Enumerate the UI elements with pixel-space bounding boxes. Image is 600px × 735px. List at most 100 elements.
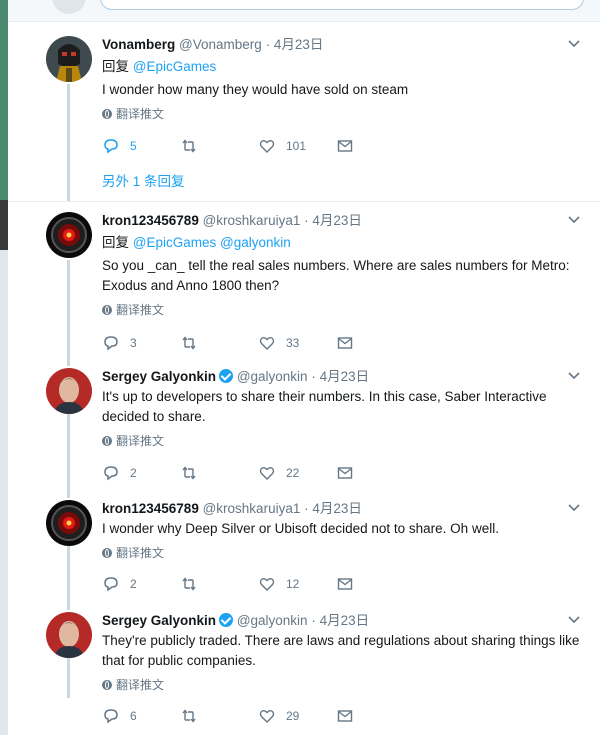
tweet-text: It's up to developers to share their num… bbox=[102, 389, 547, 424]
tweet-actions: 5 101 bbox=[102, 136, 402, 156]
reply-prefix: 回复 bbox=[102, 59, 129, 74]
hal-eye-avatar[interactable] bbox=[46, 500, 92, 546]
thread-line bbox=[67, 414, 70, 498]
tweet-text: I wonder how many they would have sold o… bbox=[102, 82, 409, 97]
tweet-date[interactable]: 4月23日 bbox=[312, 501, 362, 516]
helmet-avatar[interactable] bbox=[46, 36, 92, 82]
portrait-avatar[interactable] bbox=[46, 612, 92, 658]
direct-message-button[interactable] bbox=[336, 333, 364, 353]
envelope-icon bbox=[337, 710, 353, 722]
translate-link[interactable]: 翻译推文 bbox=[102, 433, 580, 449]
verified-badge-icon bbox=[219, 369, 234, 383]
user-name[interactable]: kron123456789 bbox=[102, 213, 199, 228]
user-handle[interactable]: @kroshkaruiya1 bbox=[203, 213, 301, 228]
user-handle[interactable]: @galyonkin bbox=[237, 369, 308, 384]
chevron-down-icon[interactable] bbox=[568, 369, 580, 381]
tweet-actions: 3 33 bbox=[102, 333, 402, 353]
reply-button[interactable]: 2 bbox=[102, 574, 137, 594]
globe-icon bbox=[102, 305, 112, 315]
verified-badge-icon bbox=[219, 613, 234, 627]
user-handle[interactable]: @kroshkaruiya1 bbox=[203, 501, 301, 516]
translate-link[interactable]: 翻译推文 bbox=[102, 545, 580, 561]
separator-dot: · bbox=[311, 369, 316, 384]
reply-button[interactable]: 6 bbox=[102, 706, 137, 726]
chevron-down-icon[interactable] bbox=[568, 501, 580, 513]
retweet-icon bbox=[182, 466, 196, 480]
user-name[interactable]: Sergey Galyonkin bbox=[102, 613, 216, 628]
envelope-icon bbox=[337, 337, 353, 349]
reply-count: 2 bbox=[130, 466, 137, 480]
reply-count: 5 bbox=[130, 139, 137, 153]
like-button[interactable]: 22 bbox=[258, 463, 299, 483]
reply-to-line: 回复 @EpicGames bbox=[102, 57, 580, 77]
reply-count: 3 bbox=[130, 336, 137, 350]
globe-icon bbox=[102, 109, 112, 119]
direct-message-button[interactable] bbox=[336, 574, 364, 594]
reply-count: 6 bbox=[130, 709, 137, 723]
like-button[interactable]: 29 bbox=[258, 706, 299, 726]
reply-to-line: 回复 @EpicGames @galyonkin bbox=[102, 233, 580, 253]
hal-eye-avatar[interactable] bbox=[46, 212, 92, 258]
tweet-date[interactable]: 4月23日 bbox=[320, 613, 370, 628]
retweet-button[interactable] bbox=[180, 574, 208, 594]
tweet-header: Vonamberg @Vonamberg · 4月23日 bbox=[102, 36, 580, 54]
like-count: 12 bbox=[286, 577, 300, 591]
tweet-header: Sergey Galyonkin @galyonkin · 4月23日 bbox=[102, 368, 580, 386]
reply-input[interactable] bbox=[100, 0, 584, 10]
retweet-button[interactable] bbox=[180, 333, 208, 353]
like-button[interactable]: 33 bbox=[258, 333, 299, 353]
retweet-icon bbox=[182, 709, 196, 723]
mention-link[interactable]: @EpicGames bbox=[133, 59, 216, 74]
direct-message-button[interactable] bbox=[336, 463, 364, 483]
heart-icon bbox=[259, 578, 275, 591]
retweet-button[interactable] bbox=[180, 706, 208, 726]
chevron-down-icon[interactable] bbox=[568, 37, 580, 49]
tweet-header: kron123456789 @kroshkaruiya1 · 4月23日 bbox=[102, 212, 580, 230]
user-handle[interactable]: @Vonamberg bbox=[179, 37, 262, 52]
translate-link[interactable]: 翻译推文 bbox=[102, 677, 580, 693]
reply-count: 2 bbox=[130, 577, 137, 591]
envelope-icon bbox=[337, 578, 353, 590]
chevron-down-icon[interactable] bbox=[568, 613, 580, 625]
direct-message-button[interactable] bbox=[336, 136, 364, 156]
tweet-text: I wonder why Deep Silver or Ubisoft deci… bbox=[102, 521, 499, 536]
reply-button[interactable]: 5 bbox=[102, 136, 137, 156]
thread-line bbox=[67, 658, 70, 698]
user-name[interactable]: Vonamberg bbox=[102, 37, 175, 52]
show-more-replies[interactable]: 另外 1 条回复 bbox=[8, 162, 600, 200]
reply-button[interactable]: 3 bbox=[102, 333, 137, 353]
tweet-date[interactable]: 4月23日 bbox=[274, 37, 324, 52]
reply-icon bbox=[104, 466, 118, 481]
separator-dot: · bbox=[311, 613, 316, 628]
translate-link[interactable]: 翻译推文 bbox=[102, 302, 580, 318]
mention-link[interactable]: @EpicGames @galyonkin bbox=[133, 235, 291, 250]
direct-message-button[interactable] bbox=[336, 706, 364, 726]
translate-label: 翻译推文 bbox=[116, 434, 165, 448]
translate-label: 翻译推文 bbox=[116, 107, 165, 121]
translate-link[interactable]: 翻译推文 bbox=[102, 106, 580, 122]
chevron-down-icon[interactable] bbox=[568, 213, 580, 225]
retweet-button[interactable] bbox=[180, 463, 208, 483]
tweet-header: kron123456789 @kroshkaruiya1 · 4月23日 bbox=[102, 500, 580, 518]
thread-line bbox=[67, 260, 70, 366]
tweet-actions: 6 29 bbox=[102, 706, 402, 726]
like-button[interactable]: 101 bbox=[258, 136, 306, 156]
like-button[interactable]: 12 bbox=[258, 574, 299, 594]
retweet-icon bbox=[182, 577, 196, 591]
portrait-avatar[interactable] bbox=[46, 368, 92, 414]
like-count: 33 bbox=[286, 336, 300, 350]
thread-line bbox=[67, 546, 70, 610]
tweet-date[interactable]: 4月23日 bbox=[312, 213, 362, 228]
user-handle[interactable]: @galyonkin bbox=[237, 613, 308, 628]
reply-button[interactable]: 2 bbox=[102, 463, 137, 483]
globe-icon bbox=[102, 548, 112, 558]
retweet-button[interactable] bbox=[180, 136, 208, 156]
reply-prefix: 回复 bbox=[102, 235, 129, 250]
heart-icon bbox=[259, 140, 275, 153]
more-replies-label[interactable]: 另外 1 条回复 bbox=[102, 170, 185, 190]
separator-dot: · bbox=[304, 501, 309, 516]
tweet-date[interactable]: 4月23日 bbox=[320, 369, 370, 384]
user-name[interactable]: Sergey Galyonkin bbox=[102, 369, 216, 384]
user-name[interactable]: kron123456789 bbox=[102, 501, 199, 516]
more-dots-icon bbox=[67, 170, 70, 192]
